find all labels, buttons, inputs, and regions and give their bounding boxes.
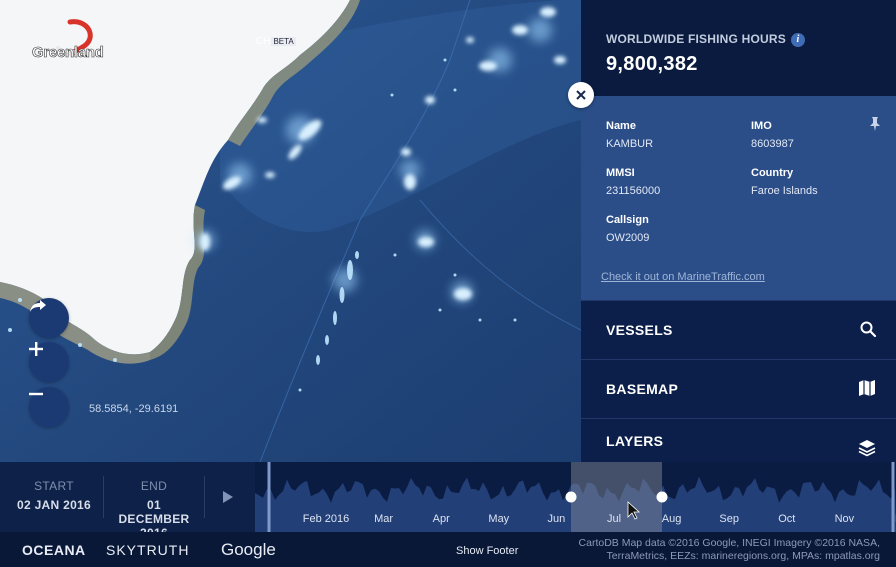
zoom-in-button[interactable]: [29, 342, 69, 382]
menu-layers-label: LAYERS: [606, 432, 664, 449]
date-divider: [103, 476, 104, 518]
attribution-line-1: CartoDB Map data ©2016 Google, INEGI Ima…: [578, 537, 880, 549]
beta-text: CH: [256, 36, 271, 47]
vessel-info-card: Name KAMBUR IMO 8603987 MMSI 231156000 C…: [581, 96, 896, 300]
vessel-imo-field: IMO 8603987: [751, 120, 794, 150]
beta-label: CH BETA: [256, 36, 296, 47]
activity-histogram: [255, 462, 896, 532]
plus-icon: [29, 342, 43, 356]
vessel-mmsi-label: MMSI: [606, 167, 635, 179]
close-vessel-button[interactable]: [568, 82, 594, 108]
map-view[interactable]: Greenland CH BETA 58.5854, -29.6191: [0, 0, 581, 462]
fishing-hours-summary: WORLDWIDE FISHING HOURS i 9,800,382: [581, 0, 896, 96]
search-icon: [860, 321, 876, 337]
play-divider: [204, 476, 205, 518]
vessel-country-value: Faroe Islands: [751, 185, 818, 197]
month-label: Nov: [834, 513, 855, 525]
vessel-name-value: KAMBUR: [606, 138, 654, 150]
vessel-name-label: Name: [606, 120, 636, 132]
vessel-country-label: Country: [751, 167, 794, 179]
google-logo[interactable]: Google: [221, 540, 276, 560]
close-icon: [576, 90, 586, 100]
footer-bar: OCEANA SKYTRUTH Google Show Footer Carto…: [0, 532, 896, 567]
inner-range-start-handle[interactable]: [565, 491, 577, 503]
menu-basemap-label: BASEMAP: [606, 380, 679, 397]
coordinates-readout: 58.5854, -29.6191: [89, 403, 179, 415]
skytruth-logo[interactable]: SKYTRUTH: [106, 542, 189, 558]
layers-icon: [858, 440, 876, 457]
oceana-logo[interactable]: OCEANA: [22, 542, 86, 558]
play-icon[interactable]: [222, 490, 234, 504]
attribution-line-2: TerraMetrics, EEZs: marineregions.org, M…: [606, 550, 880, 562]
menu-layers[interactable]: LAYERS: [581, 418, 896, 462]
greenland-logo: Greenland: [30, 18, 120, 66]
start-date: 02 JAN 2016: [16, 498, 92, 512]
map-icon: [859, 380, 875, 396]
menu-basemap[interactable]: BASEMAP: [581, 359, 896, 417]
month-label: Feb 2016: [302, 513, 350, 525]
month-label: Mar: [374, 513, 394, 525]
logo-text: Greenland: [32, 44, 104, 62]
vessel-mmsi-field: MMSI 231156000: [606, 167, 660, 197]
activity-timeline-chart[interactable]: Feb 2016MarAprMayJunJulAugSepOctNovDe: [255, 462, 896, 532]
beta-badge: BETA: [271, 37, 296, 46]
vessel-imo-label: IMO: [751, 120, 772, 132]
info-icon[interactable]: i: [790, 32, 805, 47]
start-date-block[interactable]: START 02 JAN 2016: [12, 479, 96, 512]
vessel-imo-value: 8603987: [751, 138, 794, 150]
month-label: Sep: [719, 513, 739, 525]
month-label: Jun: [547, 513, 566, 525]
end-label: END: [140, 479, 168, 493]
month-label: May: [488, 513, 510, 525]
pin-icon[interactable]: [869, 117, 881, 131]
vessel-mmsi-value: 231156000: [606, 185, 661, 197]
side-panel: WORLDWIDE FISHING HOURS i 9,800,382 Name …: [581, 0, 896, 462]
menu-vessels-label: VESSELS: [606, 321, 673, 338]
map-attribution: CartoDB Map data ©2016 Google, INEGI Ima…: [520, 537, 880, 563]
month-label: Oct: [778, 513, 796, 525]
share-button[interactable]: [29, 298, 69, 338]
minus-icon: [29, 392, 43, 396]
show-footer-button[interactable]: Show Footer: [456, 545, 518, 557]
month-label: Apr: [432, 513, 450, 525]
fishing-hours-value: 9,800,382: [606, 53, 698, 75]
menu-vessels[interactable]: VESSELS: [581, 300, 896, 358]
end-date-block[interactable]: END 01 DECEMBER 2016: [110, 479, 198, 540]
vessel-name-field: Name KAMBUR: [606, 120, 653, 150]
share-icon: [30, 300, 46, 312]
vessel-country-field: Country Faroe Islands: [751, 167, 818, 197]
timeline-bar: START 02 JAN 2016 END 01 DECEMBER 2016 F…: [0, 462, 896, 540]
start-label: START: [34, 479, 74, 493]
inner-range-end-handle[interactable]: [656, 491, 668, 503]
vessel-callsign-value: OW2009: [606, 232, 650, 244]
vessel-callsign-label: Callsign: [606, 214, 649, 226]
range-start-handle[interactable]: [267, 462, 271, 532]
map-basemap: [0, 0, 581, 462]
month-label: Jul: [606, 513, 622, 525]
app-root: Greenland CH BETA 58.5854, -29.6191 WORLD…: [0, 0, 896, 567]
vessel-callsign-field: Callsign OW2009: [606, 214, 649, 244]
zoom-out-button[interactable]: [29, 387, 69, 427]
month-label: Aug: [661, 513, 682, 525]
fishing-hours-label: WORLDWIDE FISHING HOURS: [606, 32, 786, 46]
marinetraffic-link[interactable]: Check it out on MarineTraffic.com: [601, 271, 765, 283]
